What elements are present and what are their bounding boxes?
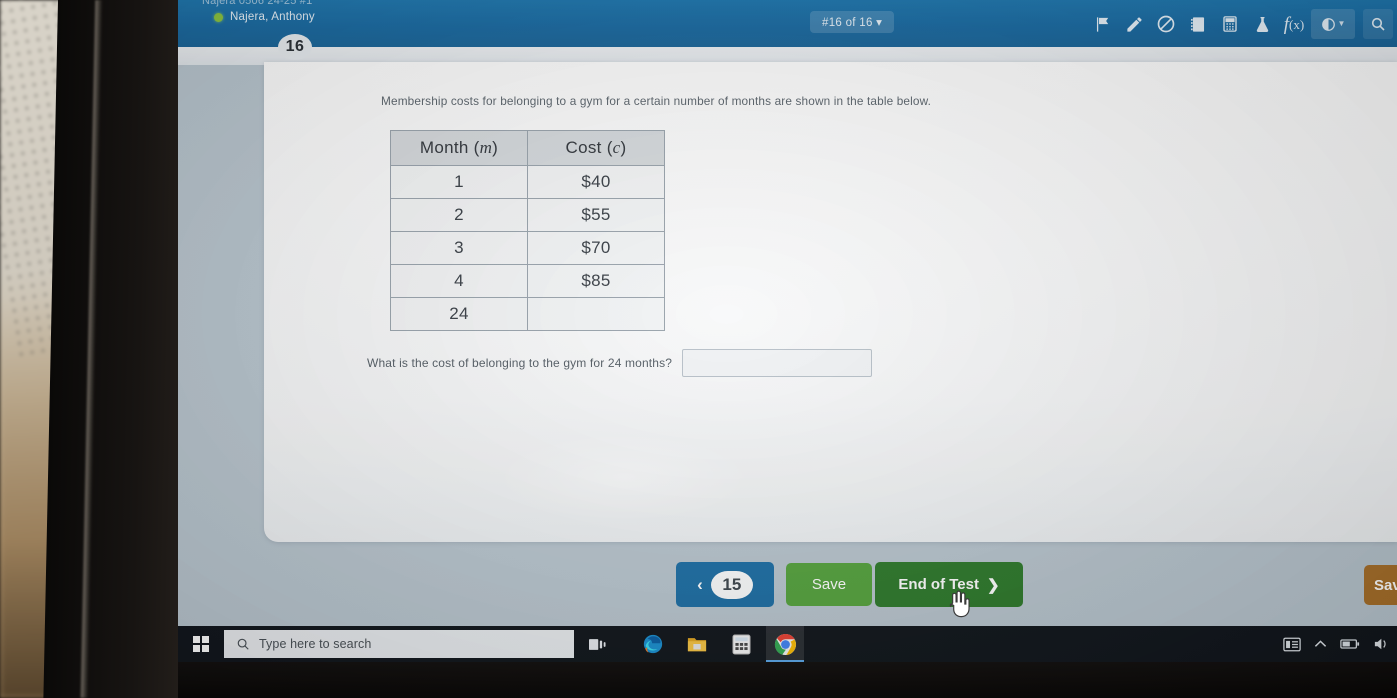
variable-m: m: [479, 138, 493, 157]
app-header: Najera 0506 24-25 #1 Najera, Anthony #16…: [178, 0, 1397, 47]
chevron-down-icon: ▼: [1337, 19, 1346, 28]
table-header-month: Month (m): [390, 130, 528, 166]
chevron-left-icon: ‹: [697, 574, 703, 594]
taskbar-search-box[interactable]: Type here to search: [224, 630, 574, 658]
save-button[interactable]: Save: [786, 563, 872, 606]
windows-logo-icon: [193, 636, 209, 652]
flag-icon[interactable]: [1087, 9, 1117, 39]
table-row: 1 $40: [390, 165, 665, 199]
question-navigator-dropdown[interactable]: #16 of 16 ▾: [810, 11, 895, 33]
start-button[interactable]: [178, 626, 224, 662]
answer-row: What is the cost of belonging to the gym…: [367, 349, 873, 377]
task-view-button[interactable]: [574, 626, 620, 662]
table-row: 3 $70: [390, 231, 665, 265]
flask-icon[interactable]: [1247, 9, 1277, 39]
table-row: 24: [390, 297, 665, 331]
system-tray: [1283, 637, 1397, 652]
laptop-base-shadow: [178, 662, 1397, 698]
taskbar-apps: [634, 626, 804, 662]
end-of-test-label: End of Test: [898, 576, 979, 593]
tray-app-icon[interactable]: [1283, 637, 1301, 652]
header-cutoff-text: Najera 0506 24-25 #1: [202, 0, 313, 7]
variable-c: c: [612, 138, 621, 157]
cell-month: 3: [390, 231, 528, 265]
question-content-card: Membership costs for belonging to a gym …: [264, 62, 1397, 542]
cell-cost-empty: [527, 297, 665, 331]
windows-taskbar: Type here to search: [178, 626, 1397, 662]
task-view-icon: [588, 638, 606, 650]
edge-icon[interactable]: [634, 626, 672, 662]
photo-of-laptop-screen: Najera 0506 24-25 #1 Najera, Anthony #16…: [0, 0, 1397, 698]
action-bar: ‹ 15 Save End of Test ❯ Sav: [178, 556, 1397, 618]
cell-month: 24: [390, 297, 528, 331]
battery-icon[interactable]: [1340, 638, 1360, 650]
partial-save-button[interactable]: Sav: [1364, 565, 1397, 605]
table-header-row: Month (m) Cost (c): [390, 130, 665, 166]
question-number-badge: 16: [278, 34, 312, 60]
cell-cost: $55: [527, 198, 665, 232]
strikethrough-icon[interactable]: [1151, 9, 1181, 39]
contrast-icon[interactable]: ▼: [1311, 9, 1355, 39]
answer-input[interactable]: [682, 349, 873, 377]
cell-cost: $40: [527, 165, 665, 199]
previous-question-number: 15: [710, 570, 753, 599]
table-row: 2 $55: [390, 198, 665, 232]
search-icon: [237, 638, 249, 650]
notes-icon[interactable]: [1183, 9, 1213, 39]
cell-cost: $70: [527, 231, 665, 265]
volume-icon[interactable]: [1373, 637, 1389, 651]
previous-question-button[interactable]: ‹ 15: [676, 562, 774, 607]
chrome-icon[interactable]: [766, 626, 804, 662]
cell-cost: $85: [527, 264, 665, 298]
end-of-test-button[interactable]: End of Test ❯: [875, 562, 1023, 607]
formula-icon[interactable]: f (x): [1279, 9, 1309, 39]
sub-question-text: What is the cost of belonging to the gym…: [367, 356, 673, 370]
student-info: Najera, Anthony: [214, 11, 315, 23]
search-placeholder: Type here to search: [259, 637, 372, 651]
zoom-icon[interactable]: [1363, 9, 1393, 39]
cell-month: 2: [390, 198, 528, 232]
question-prompt: Membership costs for belonging to a gym …: [381, 94, 932, 108]
cost-table: Month (m) Cost (c) 1 $40 2 $55 3 $70 4 $…: [390, 130, 665, 331]
tool-toolbar: f (x) ▼: [1087, 9, 1393, 39]
table-row: 4 $85: [390, 264, 665, 298]
screen-glare: [494, 432, 754, 522]
pencil-icon[interactable]: [1119, 9, 1149, 39]
calculator-app-icon[interactable]: [722, 626, 760, 662]
chevron-right-icon: ❯: [986, 576, 1000, 594]
cell-month: 4: [390, 264, 528, 298]
status-dot-icon: [214, 12, 223, 22]
calculator-icon[interactable]: [1215, 9, 1245, 39]
laptop-screen: Najera 0506 24-25 #1 Najera, Anthony #16…: [178, 0, 1397, 698]
table-header-cost: Cost (c): [527, 130, 665, 166]
cell-month: 1: [390, 165, 528, 199]
chevron-up-icon[interactable]: [1314, 639, 1327, 649]
student-name: Najera, Anthony: [230, 11, 315, 23]
file-explorer-icon[interactable]: [678, 626, 716, 662]
